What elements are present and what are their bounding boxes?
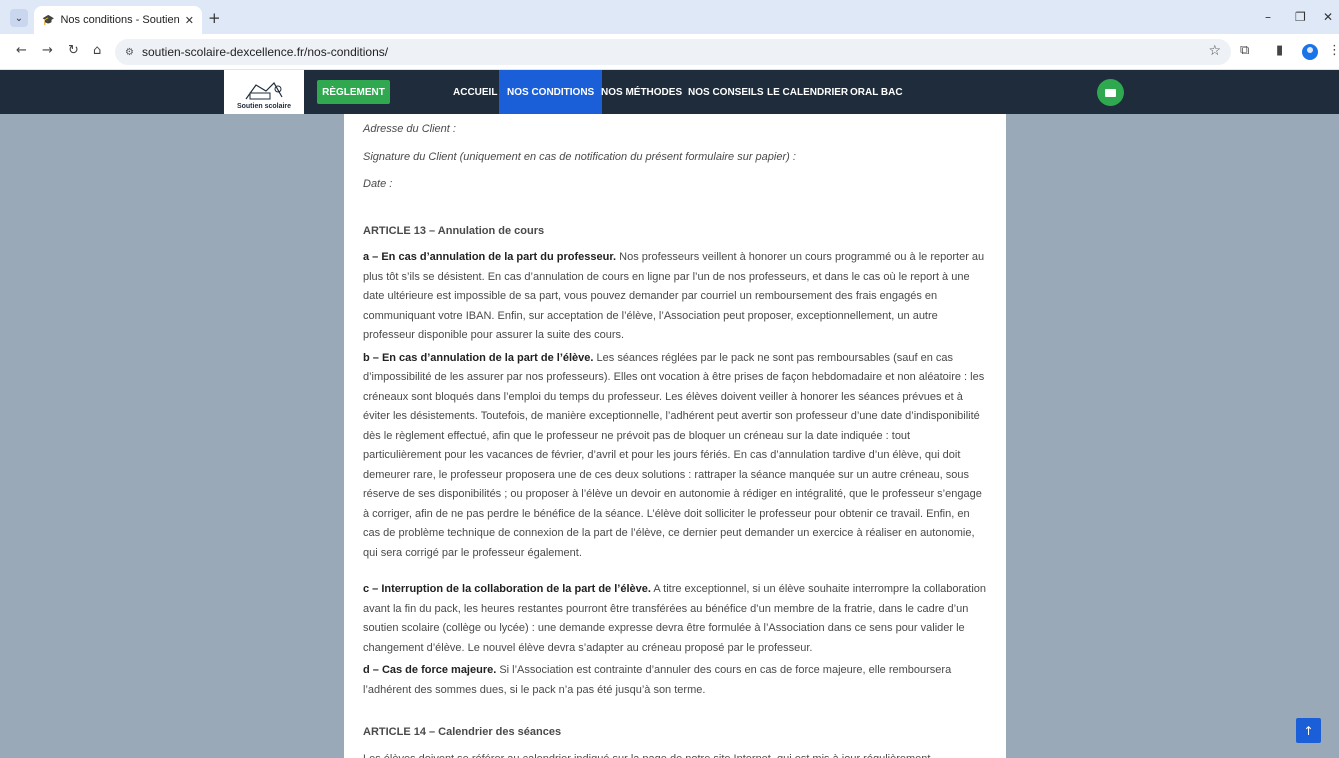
main-content: Adresse du Client : Signature du Client … — [344, 114, 1006, 758]
profile-avatar-icon[interactable] — [1302, 44, 1318, 60]
nav-nos-conseils[interactable]: NOS CONSEILS — [688, 70, 764, 114]
bookmark-star-icon[interactable]: ☆ — [1208, 43, 1221, 59]
page-viewport: Soutien scolaire RÈGLEMENT ACCUEIL NOS C… — [0, 70, 1339, 758]
forward-icon[interactable]: → — [42, 43, 53, 58]
nav-accueil[interactable]: ACCUEIL — [453, 70, 497, 114]
url-text: soutien-scolaire-dexcellence.fr/nos-cond… — [141, 45, 389, 59]
nav-nos-conditions[interactable]: NOS CONDITIONS — [499, 70, 603, 114]
tab-search-dropdown-icon[interactable]: ⌄ — [10, 9, 28, 27]
browser-tab[interactable]: 🎓 Nos conditions - Soutien scolai ✕ — [34, 6, 202, 34]
extensions-icon[interactable]: ⧉ — [1240, 43, 1249, 58]
site-info-icon[interactable]: ⚙ — [125, 47, 134, 58]
new-tab-button[interactable]: + — [208, 9, 221, 27]
graduation-cap-icon: 🎓 — [42, 14, 55, 26]
article-14-title: ARTICLE 14 – Calendrier des séances — [363, 726, 562, 738]
reglement-button[interactable]: RÈGLEMENT — [317, 80, 390, 104]
paragraph-a-text: Nos professeurs veillent à honorer un co… — [363, 251, 985, 341]
article-13-title: ARTICLE 13 – Annulation de cours — [363, 224, 545, 237]
article-13-paragraph-c: c – Interruption de la collaboration de … — [363, 580, 987, 658]
nav-le-calendrier[interactable]: LE CALENDRIER — [767, 70, 848, 114]
site-navbar: Soutien scolaire RÈGLEMENT ACCUEIL NOS C… — [0, 70, 1339, 114]
tab-title: Nos conditions - Soutien scolai — [60, 14, 179, 26]
nav-nos-methodes[interactable]: NOS MÉTHODES — [601, 70, 682, 114]
article-13-paragraph-d: d – Cas de force majeure. Si l’Associati… — [363, 661, 987, 700]
home-icon[interactable]: ⌂ — [93, 43, 101, 58]
browser-toolbar: ← → ↻ ⌂ ⚙ soutien-scolaire-dexcellence.f… — [0, 34, 1339, 70]
scroll-to-top-button[interactable]: ↑ — [1296, 718, 1321, 743]
logo-text: Soutien scolaire — [236, 103, 292, 110]
paragraph-b-lead: b – En cas d’annulation de la part de l’… — [363, 351, 594, 364]
paragraph-d-lead: d – Cas de force majeure. — [363, 664, 497, 676]
close-window-icon[interactable]: ✕ — [1323, 10, 1333, 24]
nav-oral-bac[interactable]: ORAL BAC — [850, 70, 903, 114]
restore-icon[interactable]: ❐ — [1295, 10, 1306, 24]
paragraph-b-text: Les séances réglées par le pack ne sont … — [363, 351, 985, 559]
form-line-signature: Signature du Client (uniquement en cas d… — [363, 150, 796, 163]
minimize-icon[interactable]: – — [1265, 10, 1271, 24]
site-logo[interactable]: Soutien scolaire — [224, 70, 304, 114]
side-panel-icon[interactable]: ▮ — [1276, 43, 1283, 58]
paragraph-c-lead: c – Interruption de la collaboration de … — [363, 583, 651, 595]
mail-button[interactable] — [1097, 79, 1124, 106]
article-14-text: Les élèves doivent se référer au calendr… — [363, 750, 987, 758]
reload-icon[interactable]: ↻ — [68, 43, 79, 58]
envelope-icon — [1105, 88, 1116, 97]
browser-tabstrip: ⌄ 🎓 Nos conditions - Soutien scolai ✕ + … — [0, 0, 1339, 34]
browser-menu-icon[interactable]: ⋮ — [1328, 43, 1339, 58]
paragraph-a-lead: a – En cas d’annulation de la part du pr… — [363, 251, 617, 263]
article-13-paragraph-a: a – En cas d’annulation de la part du pr… — [363, 248, 987, 346]
form-line-address: Adresse du Client : — [363, 123, 456, 135]
books-icon — [245, 82, 283, 100]
address-bar[interactable]: ⚙ soutien-scolaire-dexcellence.fr/nos-co… — [115, 39, 1231, 65]
form-line-date: Date : — [363, 178, 393, 190]
article-13-paragraph-b: b – En cas d’annulation de la part de l’… — [363, 349, 987, 564]
back-icon[interactable]: ← — [16, 43, 27, 58]
tab-close-icon[interactable]: ✕ — [185, 14, 194, 27]
